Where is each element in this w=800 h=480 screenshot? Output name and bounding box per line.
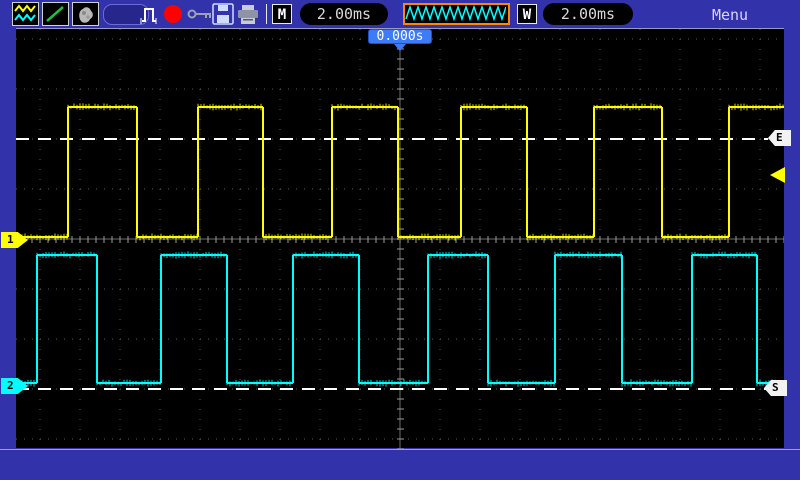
diagonal-line-icon [42,2,69,26]
menu-button[interactable]: Menu [695,6,765,24]
main-timebase-label: M [272,4,292,24]
save-floppy-icon [212,3,234,29]
compressed-waveform-icon [403,3,510,25]
topbar-separator [266,4,267,24]
noise-signal-icon [72,2,99,26]
print-icon [236,4,260,29]
window-timebase-value: 2.00ms [543,3,633,25]
main-timebase-value: 2.00ms [300,3,388,25]
waveform-display [16,28,784,448]
oscilloscope-screen: M 2.00ms W 2.00ms Menu 0.000s 1 2 E S DC… [0,0,800,480]
trigger-position-tag: 0.000s [368,29,432,44]
channel-waveforms-icon [12,2,39,26]
status-bar: DC 20 2.00V DC 20 2.00V CH1 2.56V [0,449,800,480]
pulse-trigger-icon [140,2,162,30]
key-lock-icon [187,6,213,26]
record-icon [164,5,182,23]
window-timebase-label: W [517,4,537,24]
